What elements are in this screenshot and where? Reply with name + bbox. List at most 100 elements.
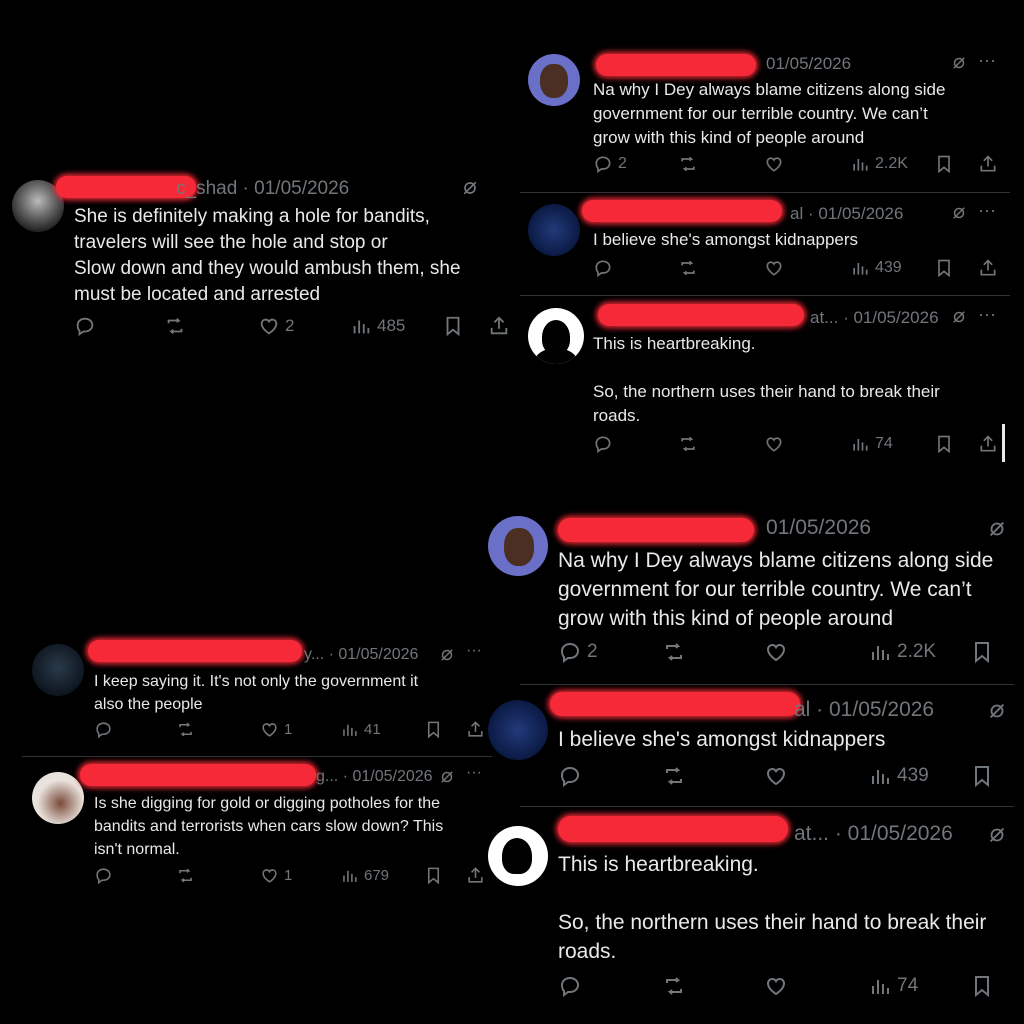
like-button[interactable]: 1 [260,866,292,885]
views-icon [850,154,870,174]
grok-icon[interactable] [986,700,1008,722]
more-icon[interactable]: ··· [466,642,482,660]
reply-button[interactable]: 2 [593,154,627,174]
avatar[interactable] [528,204,580,256]
reply-count: 2 [618,155,627,172]
share-button[interactable] [466,866,485,885]
bookmark-button[interactable] [424,866,443,885]
avatar[interactable] [488,516,548,576]
avatar[interactable] [528,308,584,364]
reply-icon [558,764,582,788]
repost-icon [678,434,698,454]
reply-button[interactable] [593,258,613,278]
views-button[interactable]: 74 [868,974,918,998]
share-button[interactable] [978,154,998,174]
views-button[interactable]: 679 [340,866,389,885]
timestamp: at... · 01/05/2026 [794,822,953,845]
repost-button[interactable] [678,434,698,454]
share-button[interactable] [466,720,485,739]
bookmark-button[interactable] [970,640,994,664]
views-button[interactable]: 74 [850,434,893,454]
repost-button[interactable] [662,974,686,998]
redacted-username [550,692,800,716]
repost-button[interactable] [678,258,698,278]
reply-button[interactable] [94,866,113,885]
share-button[interactable] [978,258,998,278]
avatar[interactable] [528,54,580,106]
tweet-card[interactable]: at... · 01/05/2026 This is heartbreaking… [488,812,1024,1012]
tweet-card[interactable]: g... · 01/05/2026 ··· Is she digging for… [20,762,500,892]
reply-button[interactable] [558,764,582,788]
scrollbar[interactable] [1002,424,1005,462]
tweet-card[interactable]: 01/05/2026 Na why I Dey always blame cit… [488,510,1024,682]
timestamp: 01/05/2026 [254,178,350,199]
redacted-username [56,176,196,198]
repost-button[interactable] [176,866,195,885]
bookmark-button[interactable] [934,258,954,278]
avatar[interactable] [488,826,548,886]
reply-button[interactable]: 2 [558,640,598,664]
like-button[interactable] [764,640,788,664]
reply-button[interactable] [74,315,96,337]
share-button[interactable] [978,434,998,454]
reply-button[interactable] [593,434,613,454]
grok-icon[interactable] [950,204,968,222]
redacted-username [88,640,302,662]
bookmark-button[interactable] [934,434,954,454]
views-button[interactable]: 439 [868,764,929,788]
views-button[interactable]: 439 [850,258,902,278]
avatar[interactable] [32,644,84,696]
heart-icon [764,154,784,174]
tweet-meta: c_shad · 01/05/2026 [176,178,349,200]
like-button[interactable] [764,258,784,278]
like-button[interactable] [764,764,788,788]
grok-icon[interactable] [950,54,968,72]
tweet-card[interactable]: 01/05/2026 ··· Na why I Dey always blame… [520,48,1024,188]
repost-button[interactable] [662,764,686,788]
views-button[interactable]: 41 [340,720,381,739]
more-icon[interactable]: ··· [466,764,482,782]
bookmark-button[interactable] [970,764,994,788]
bookmark-button[interactable] [934,154,954,174]
tweet-card[interactable]: al · 01/05/2026 I believe she's amongst … [488,688,1024,804]
grok-icon[interactable] [950,308,968,326]
like-button[interactable]: 1 [260,720,292,739]
views-button[interactable]: 485 [350,315,405,337]
tweet-card[interactable]: at... · 01/05/2026 ··· This is heartbrea… [520,300,1024,470]
tweet-card[interactable]: al · 01/05/2026 ··· I believe she's amon… [520,196,1024,292]
repost-icon [176,720,195,739]
share-icon [488,315,510,337]
view-count: 439 [875,259,902,276]
grok-icon[interactable] [986,518,1008,540]
more-icon[interactable]: ··· [978,50,996,71]
views-button[interactable]: 2.2K [868,640,936,664]
bookmark-button[interactable] [442,315,464,337]
tweet-card[interactable]: y... · 01/05/2026 ··· I keep saying it. … [20,638,500,748]
grok-icon[interactable] [460,178,480,198]
repost-button[interactable] [662,640,686,664]
more-icon[interactable]: ··· [978,200,996,221]
divider [520,684,1014,685]
grok-icon[interactable] [438,768,456,786]
like-button[interactable]: 2 [258,315,294,337]
views-button[interactable]: 2.2K [850,154,908,174]
repost-button[interactable] [164,315,186,337]
grok-icon[interactable] [986,824,1008,846]
share-button[interactable] [488,315,510,337]
avatar[interactable] [32,772,84,824]
grok-icon[interactable] [438,646,456,664]
tweet-card[interactable]: c_shad · 01/05/2026 She is definitely ma… [0,170,512,340]
avatar[interactable] [488,700,548,760]
like-button[interactable] [764,154,784,174]
bookmark-button[interactable] [970,974,994,998]
bookmark-button[interactable] [424,720,443,739]
reply-button[interactable] [558,974,582,998]
like-button[interactable] [764,434,784,454]
like-button[interactable] [764,974,788,998]
heart-icon [764,640,788,664]
timestamp: al · 01/05/2026 [790,204,904,223]
more-icon[interactable]: ··· [978,304,996,325]
reply-button[interactable] [94,720,113,739]
repost-button[interactable] [176,720,195,739]
repost-button[interactable] [678,154,698,174]
